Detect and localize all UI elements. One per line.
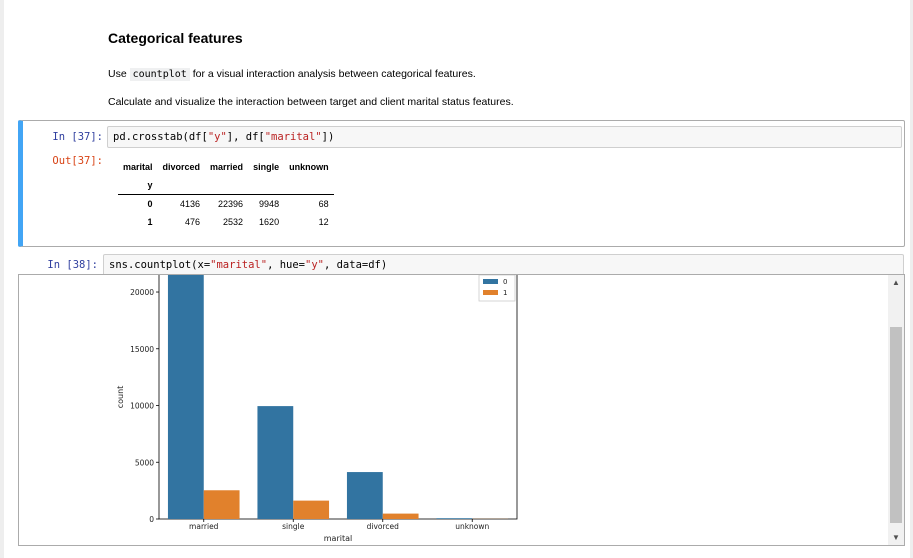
y-tick-label: 5000 [135,458,154,467]
code-string: "y" [305,259,324,271]
legend-swatch [483,290,498,295]
notebook: Categorical features Use countplot for a… [4,0,910,558]
in-prompt-38: In [38]: [47,259,98,271]
bar-single-y0 [257,406,294,519]
in-prompt-37: In [37]: [52,131,103,143]
table-index-label: y [147,180,153,190]
table-cell: 4136 [157,194,206,213]
inline-code-countplot: countplot [129,68,190,81]
code-text: , hue= [267,259,305,271]
code-text: ], df[ [226,131,265,143]
y-tick-label: 0 [149,515,154,524]
code-input-37[interactable]: pd.crosstab(df["y"], df["marital"]) [107,126,902,148]
table-cell: 22396 [205,194,249,213]
x-tick-label: unknown [455,522,489,531]
bar-unknown-y0 [436,518,473,519]
code-input-38[interactable]: sns.countplot(x="marital", hue="y", data… [103,254,904,276]
axes-frame [158,275,518,520]
x-tick-label: divorced [367,522,400,531]
y-tick-label: 15000 [130,345,154,354]
code-text: ]) [321,131,335,143]
bar-married-y0 [167,275,204,519]
bar-divorced-y0 [346,472,383,519]
table-column-header: divorced [162,162,201,172]
para1-after: for a visual interaction analysis betwee… [189,68,476,80]
row-index: 0 [118,194,158,213]
table-cell: 1620 [259,217,280,227]
code-text: sns.countplot(x= [109,259,211,271]
table-cell: 2532 [223,217,244,227]
table-corner-label: marital [123,162,153,172]
table-row: 0 4136 22396 9948 68 [118,194,334,213]
x-tick-label: single [282,522,305,531]
legend-box [478,275,516,302]
table-row: 1 476 2532 1620 12 [118,213,334,231]
code-cell-37[interactable]: In [37]: pd.crosstab(df["y"], df["marita… [18,120,905,247]
table-cell: 12 [318,217,329,227]
code-text: pd.crosstab(df[ [113,131,208,143]
markdown-paragraph-1: Use countplot for a visual interaction a… [108,68,476,81]
output-area-38[interactable]: 0 5000 10000 15000 20000 married single divorc… [18,274,905,546]
x-tick-label: married [189,522,219,531]
bar-divorced-y1 [382,513,419,519]
code-string: "y" [207,131,227,143]
table-cell: 68 [284,194,334,213]
legend-label: 1 [503,289,507,297]
scroll-up-icon[interactable]: ▲ [891,278,901,287]
code-string: "marital" [264,131,322,143]
out-prompt-37: Out[37]: [52,155,103,167]
scrollbar-thumb[interactable] [890,327,902,523]
code-text: , data=df) [323,259,388,271]
markdown-paragraph-2: Calculate and visualize the interaction … [108,96,514,108]
legend-label: 0 [503,278,507,286]
bar-single-y1 [293,500,330,519]
x-axis-label: marital [324,534,352,543]
countplot-chart: 0 5000 10000 15000 20000 married single divorc… [116,275,518,543]
bar-married-y1 [203,490,240,519]
section-heading: Categorical features [108,30,243,46]
legend-swatch [483,279,498,284]
table-cell: 476 [185,217,201,227]
y-tick-label: 10000 [130,402,154,411]
y-tick-label: 20000 [130,288,154,297]
output-scrollbar[interactable]: ▲ ▼ [888,275,904,545]
table-column-header: single [253,162,280,172]
code-string: "marital" [210,259,268,271]
y-axis-label: count [116,386,125,409]
row-index: 1 [147,217,153,227]
scroll-down-icon[interactable]: ▼ [891,533,901,542]
table-column-header: married [210,162,244,172]
crosstab-table: marital divorced married single unknown … [118,158,334,231]
table-column-header: unknown [289,162,329,172]
table-cell: 9948 [248,194,285,213]
para1-before: Use [108,68,130,80]
